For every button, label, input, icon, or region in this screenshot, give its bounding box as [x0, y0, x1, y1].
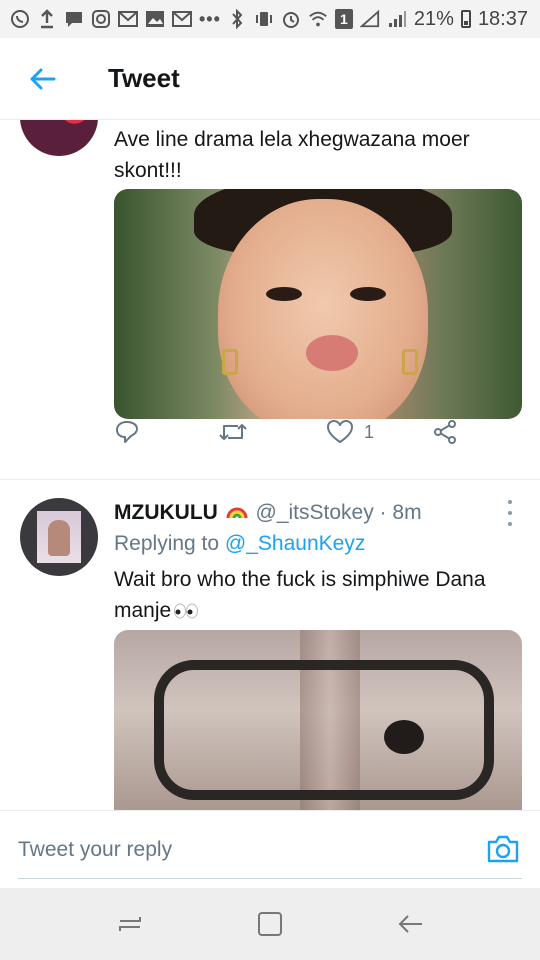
replying-to: Replying to @_ShaunKeyz [114, 529, 365, 559]
photo-eye [350, 287, 386, 301]
tweet-text-content: Wait bro who the fuck is simphiwe Dana m… [114, 568, 486, 622]
status-bar-notifications: ••• [10, 9, 221, 30]
photo-earring [402, 349, 418, 375]
signal-icon-2 [387, 9, 407, 29]
app-header: Tweet [0, 38, 540, 120]
status-bar: ••• 1 21% 18:37 [0, 0, 540, 38]
tweet[interactable]: MZUKULU @_itsStokey · 8m Replying to @_S… [0, 480, 540, 810]
signal-icon [359, 9, 380, 29]
tweet-text: Ave line drama lela xhegwazana moer skon… [114, 128, 470, 182]
whatsapp-icon [10, 9, 30, 29]
photo-mouth [306, 335, 358, 371]
recents-button[interactable] [110, 904, 150, 944]
arrow-left-icon [30, 68, 56, 89]
back-nav-button[interactable] [390, 904, 430, 944]
more-vertical-icon [508, 522, 512, 526]
author-name[interactable]: MZUKULU [114, 501, 218, 524]
recents-icon [119, 917, 141, 931]
photo-earring [222, 349, 238, 375]
tweet-time: 8m [392, 501, 422, 524]
tweet-photo[interactable] [114, 630, 522, 810]
home-icon [258, 912, 282, 936]
instagram-icon [91, 9, 111, 29]
photo-eye [266, 287, 302, 301]
more-vertical-icon [508, 500, 512, 504]
photo-face [218, 199, 428, 419]
vibrate-icon [254, 9, 274, 29]
reply-icon [116, 421, 138, 443]
tweet-photo[interactable] [114, 189, 522, 419]
tweet-feed[interactable]: Ave line drama lela xhegwazana moer skon… [0, 120, 540, 810]
input-underline [18, 878, 522, 879]
battery-percent: 21% [413, 7, 454, 30]
reply-input[interactable] [18, 833, 458, 867]
home-button[interactable] [250, 904, 290, 944]
separator-dot: · [379, 501, 387, 524]
tweet-actions: 1 [114, 412, 474, 452]
avatar[interactable] [20, 498, 98, 576]
clock: 18:37 [477, 7, 528, 30]
retweet-icon [219, 424, 247, 440]
share-button[interactable] [432, 419, 458, 445]
more-options-button[interactable] [504, 500, 516, 526]
author-handle[interactable]: @_itsStokey [256, 501, 374, 524]
wifi-icon [308, 9, 328, 29]
back-arrow-icon [398, 915, 422, 933]
like-count: 1 [364, 421, 375, 442]
tweet-header: MZUKULU @_itsStokey · 8m [114, 498, 422, 528]
retweet-button[interactable] [218, 419, 248, 445]
avatar[interactable] [20, 120, 98, 156]
eyes-emoji-icon [174, 603, 199, 619]
camera-button[interactable] [486, 833, 520, 865]
rainbow-emoji-icon [226, 507, 248, 519]
bluetooth-icon [227, 9, 247, 29]
photo-glasses [154, 660, 494, 800]
battery-icon [460, 10, 471, 28]
alarm-icon [281, 9, 301, 29]
tweet[interactable]: Ave line drama lela xhegwazana moer skon… [0, 120, 540, 480]
replying-to-label: Replying to [114, 532, 220, 555]
more-vertical-icon [508, 511, 512, 515]
message-icon [64, 9, 84, 29]
sim-badge-label: 1 [340, 11, 348, 27]
reply-button[interactable] [114, 419, 140, 445]
status-bar-system: 1 21% 18:37 [227, 8, 528, 31]
system-nav-bar [0, 888, 540, 960]
avatar-figure [48, 520, 70, 556]
like-button[interactable]: 1 [326, 419, 374, 445]
heart-icon [327, 420, 353, 443]
back-button[interactable] [0, 38, 84, 120]
camera-icon [487, 835, 519, 863]
share-icon [434, 420, 456, 444]
gallery-icon [145, 9, 165, 29]
page-title: Tweet [108, 63, 180, 93]
more-notifications-indicator: ••• [199, 8, 221, 29]
gmail-icon-2 [172, 9, 192, 29]
replying-to-handle[interactable]: @_ShaunKeyz [225, 532, 365, 555]
upload-icon [37, 9, 57, 29]
photo-eye [384, 720, 424, 754]
gmail-icon [118, 9, 138, 29]
sim-badge: 1 [334, 9, 353, 29]
reply-composer [0, 810, 540, 888]
tweet-text: Wait bro who the fuck is simphiwe Dana m… [114, 564, 514, 626]
